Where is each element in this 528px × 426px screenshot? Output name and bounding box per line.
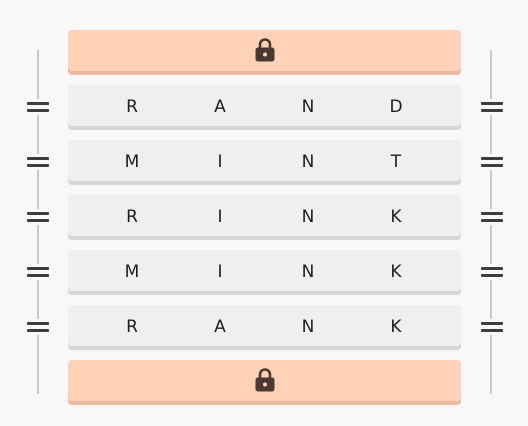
letter-tile: N [301, 152, 315, 172]
letter-tile: N [301, 317, 315, 337]
letter-tile: R [126, 207, 138, 227]
letter-tile: D [389, 97, 403, 117]
letter-tile: I [217, 152, 223, 172]
letter-tile: K [390, 317, 402, 337]
letter-tile: K [390, 262, 402, 282]
letter-tile: N [301, 97, 315, 117]
letter-tile: R [126, 317, 138, 337]
letter-tile: R [126, 97, 138, 117]
drag-handle-icon[interactable] [481, 319, 503, 335]
letter-tile: K [390, 207, 402, 227]
letter-tile: M [124, 152, 140, 172]
letter-tile: I [217, 207, 223, 227]
word-row[interactable]: M I N T [68, 140, 461, 185]
drag-handle-icon[interactable] [481, 209, 503, 225]
letter-tile: I [217, 262, 223, 282]
drag-handle-icon[interactable] [481, 154, 503, 170]
lock-icon [254, 37, 276, 67]
drag-handle-icon[interactable] [481, 99, 503, 115]
letter-tile: A [214, 317, 226, 337]
word-row[interactable]: M I N K [68, 250, 461, 295]
letter-tile: N [301, 207, 315, 227]
word-row[interactable]: R A N D [68, 85, 461, 130]
drag-handle-icon[interactable] [27, 319, 49, 335]
letter-tile: T [390, 152, 402, 172]
lock-icon [254, 367, 276, 397]
drag-handle-icon[interactable] [27, 99, 49, 115]
letter-tile: M [124, 262, 140, 282]
bottom-locked-word-bar [68, 360, 461, 405]
drag-handle-icon[interactable] [481, 264, 503, 280]
drag-handle-icon[interactable] [27, 154, 49, 170]
word-row[interactable]: R I N K [68, 195, 461, 240]
top-locked-word-bar [68, 30, 461, 75]
word-row[interactable]: R A N K [68, 305, 461, 350]
drag-handle-icon[interactable] [27, 264, 49, 280]
letter-tile: A [214, 97, 226, 117]
letter-tile: N [301, 262, 315, 282]
drag-handle-icon[interactable] [27, 209, 49, 225]
